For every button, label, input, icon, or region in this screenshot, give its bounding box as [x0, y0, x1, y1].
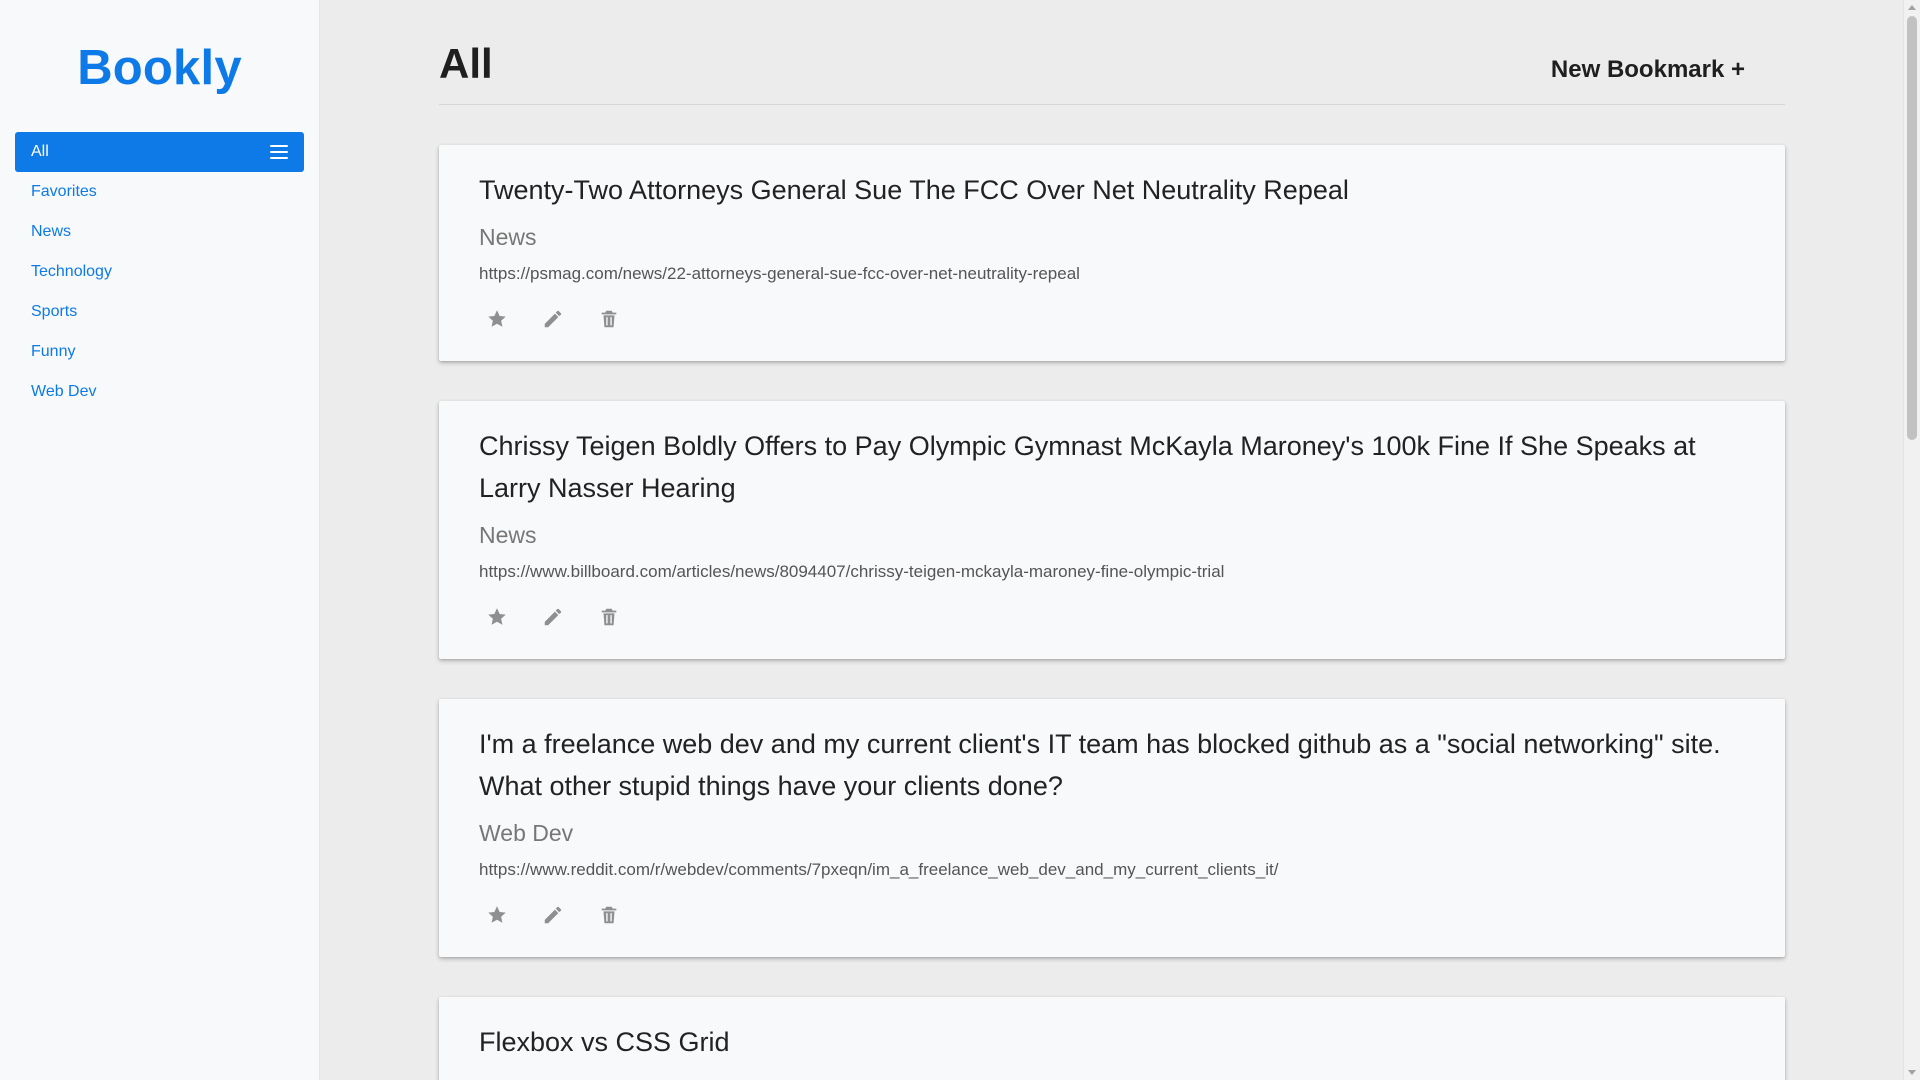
star-icon[interactable] [485, 903, 509, 927]
bookmark-url[interactable]: https://www.reddit.com/r/webdev/comments… [479, 859, 1745, 881]
sidebar-nav: All Favorites News Technology Sports Fun… [15, 132, 304, 412]
bookmark-url[interactable]: https://psmag.com/news/22-attorneys-gene… [479, 263, 1745, 285]
bookmark-card: Flexbox vs CSS Grid [439, 997, 1785, 1080]
sidebar-item-sports[interactable]: Sports [15, 292, 304, 332]
main-content: All New Bookmark + Twenty-Two Attorneys … [320, 0, 1920, 1080]
sidebar-item-label: All [31, 143, 49, 160]
sidebar-item-label: Favorites [31, 183, 97, 200]
pencil-icon[interactable] [541, 307, 565, 331]
star-icon[interactable] [485, 307, 509, 331]
bookmark-title: Twenty-Two Attorneys General Sue The FCC… [479, 175, 1349, 205]
trash-icon[interactable] [597, 605, 621, 629]
bookmark-actions [479, 605, 1745, 629]
new-bookmark-button[interactable]: New Bookmark + [1551, 56, 1745, 84]
bookmark-actions [479, 903, 1745, 927]
scroll-down-icon[interactable] [1908, 1070, 1916, 1075]
menu-icon[interactable] [270, 145, 288, 159]
bookmark-title: I'm a freelance web dev and my current c… [479, 729, 1721, 801]
page-header: All New Bookmark + [439, 34, 1785, 105]
scroll-thumb[interactable] [1907, 16, 1917, 440]
trash-icon[interactable] [597, 903, 621, 927]
sidebar-item-label: Technology [31, 263, 112, 280]
sidebar-item-news[interactable]: News [15, 212, 304, 252]
bookmark-title: Flexbox vs CSS Grid [479, 1027, 730, 1057]
sidebar-item-label: Sports [31, 303, 78, 320]
sidebar-item-label: Web Dev [31, 383, 97, 400]
brand-logo[interactable]: Bookly [0, 38, 319, 98]
sidebar-item-label: Funny [31, 343, 76, 360]
bookmark-category: News [479, 522, 537, 548]
pencil-icon[interactable] [541, 605, 565, 629]
bookmark-url[interactable]: https://www.billboard.com/articles/news/… [479, 561, 1745, 583]
sidebar: Bookly All Favorites News Technology Spo… [0, 0, 320, 1080]
bookmark-card: I'm a freelance web dev and my current c… [439, 699, 1785, 957]
bookmark-card: Chrissy Teigen Boldly Offers to Pay Olym… [439, 401, 1785, 659]
vertical-scrollbar[interactable] [1903, 0, 1920, 1080]
sidebar-item-web-dev[interactable]: Web Dev [15, 372, 304, 412]
star-icon[interactable] [485, 605, 509, 629]
bookmark-title: Chrissy Teigen Boldly Offers to Pay Olym… [479, 431, 1696, 503]
bookmark-card: Twenty-Two Attorneys General Sue The FCC… [439, 145, 1785, 361]
bookmark-actions [479, 307, 1745, 331]
app: Bookly All Favorites News Technology Spo… [0, 0, 1920, 1080]
bookmark-category: News [479, 224, 537, 250]
sidebar-item-label: News [31, 223, 72, 240]
scroll-up-icon[interactable] [1908, 5, 1916, 10]
page-title: All [439, 40, 493, 87]
pencil-icon[interactable] [541, 903, 565, 927]
sidebar-item-technology[interactable]: Technology [15, 252, 304, 292]
bookmark-category: Web Dev [479, 820, 574, 846]
bookmark-list: Twenty-Two Attorneys General Sue The FCC… [439, 145, 1785, 1080]
trash-icon[interactable] [597, 307, 621, 331]
sidebar-item-funny[interactable]: Funny [15, 332, 304, 372]
sidebar-item-all[interactable]: All [15, 132, 304, 172]
sidebar-item-favorites[interactable]: Favorites [15, 172, 304, 212]
